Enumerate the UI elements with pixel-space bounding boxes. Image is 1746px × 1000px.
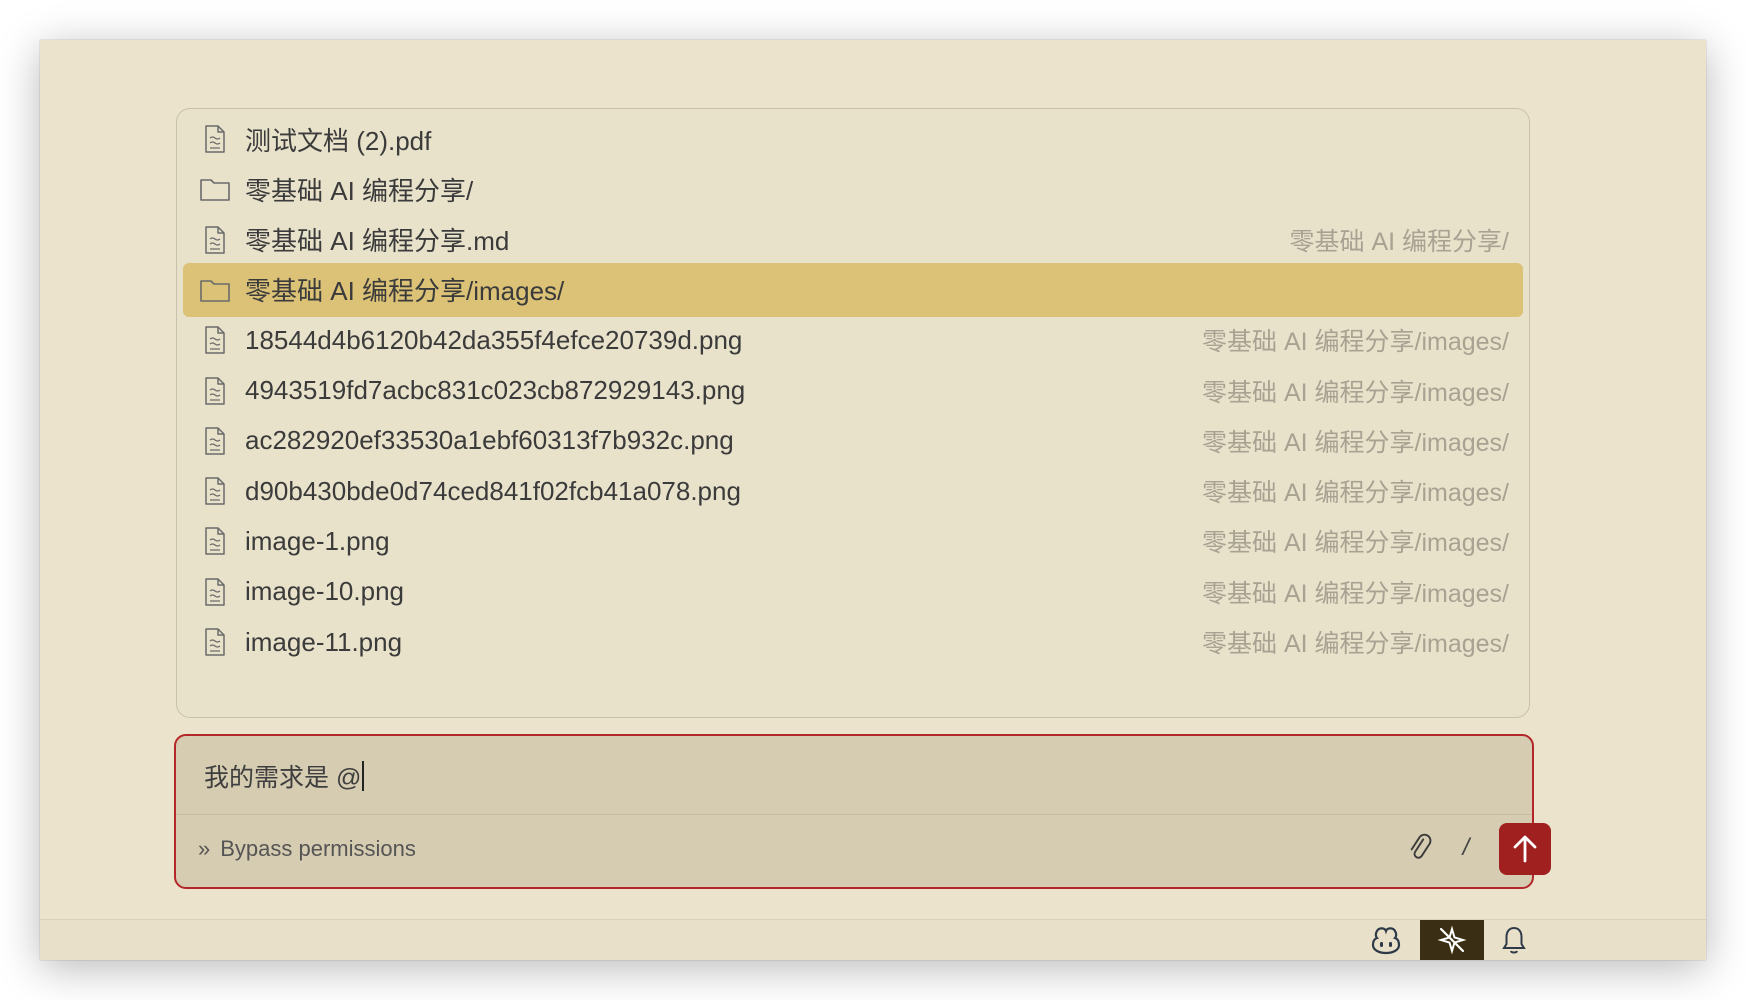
send-button[interactable] bbox=[1499, 823, 1551, 875]
mention-item-name: 零基础 AI 编程分享/images/ bbox=[245, 276, 565, 307]
file-icon bbox=[197, 473, 233, 509]
mention-item[interactable]: image-10.png 零基础 AI 编程分享/images/ bbox=[183, 565, 1523, 619]
mention-item[interactable]: d90b430bde0d74ced841f02fcb41a078.png 零基础 … bbox=[183, 464, 1523, 518]
paperclip-icon bbox=[1410, 833, 1432, 859]
mention-item-path: 零基础 AI 编程分享/images/ bbox=[1202, 378, 1509, 407]
app-window: 测试文档 (2).pdf 零基础 AI 编程分享/零基础 AI 编程分享.md 零基… bbox=[40, 40, 1706, 960]
text-caret bbox=[362, 761, 365, 791]
mention-item-path: 零基础 AI 编程分享/ bbox=[1289, 227, 1509, 256]
mention-item[interactable]: 测试文档 (2).pdf bbox=[183, 112, 1523, 166]
file-icon bbox=[197, 423, 233, 459]
chat-composer[interactable]: 我的需求是 @ » Bypass permissions / bbox=[174, 734, 1551, 889]
folder-icon bbox=[197, 171, 233, 207]
mention-item-name: 18544d4b6120b42da355f4efce20739d.png bbox=[245, 324, 743, 355]
mention-item-name: 零基础 AI 编程分享.md bbox=[245, 226, 510, 257]
sparkle-off-icon[interactable] bbox=[1420, 920, 1484, 960]
mention-item-name: ac282920ef33530a1ebf60313f7b932c.png bbox=[245, 425, 734, 456]
permission-mode-label: Bypass permissions bbox=[220, 836, 416, 861]
composer-divider bbox=[176, 814, 1532, 815]
status-bar bbox=[40, 919, 1706, 960]
double-chevron-right-icon: » bbox=[198, 836, 211, 861]
slash-command-button[interactable]: / bbox=[1446, 828, 1486, 868]
mention-item[interactable]: image-1.png 零基础 AI 编程分享/images/ bbox=[183, 514, 1523, 568]
mention-item[interactable]: 零基础 AI 编程分享/images/ bbox=[183, 262, 1523, 317]
arrow-up-icon bbox=[1513, 835, 1537, 863]
mention-item-name: 4943519fd7acbc831c023cb872929143.png bbox=[245, 375, 746, 405]
mention-item-path: 零基础 AI 编程分享/images/ bbox=[1202, 479, 1509, 508]
mention-item-name: image-11.png bbox=[245, 626, 403, 657]
file-icon bbox=[197, 624, 233, 660]
file-icon bbox=[197, 222, 233, 258]
mention-item-name: 测试文档 (2).pdf bbox=[245, 125, 432, 156]
mention-item-path: 零基础 AI 编程分享/images/ bbox=[1202, 328, 1509, 357]
mention-item-name: 零基础 AI 编程分享/ bbox=[245, 175, 474, 206]
mention-item-name: image-10.png bbox=[245, 576, 404, 607]
file-icon bbox=[197, 373, 233, 409]
mention-item-path: 零基础 AI 编程分享/images/ bbox=[1202, 579, 1509, 608]
file-mention-popup: 测试文档 (2).pdf 零基础 AI 编程分享/零基础 AI 编程分享.md 零基… bbox=[176, 108, 1530, 718]
copilot-icon[interactable] bbox=[1356, 920, 1416, 960]
mention-item-name: image-1.png bbox=[245, 525, 390, 556]
file-icon bbox=[197, 121, 233, 157]
mention-item-path: 零基础 AI 编程分享/images/ bbox=[1202, 428, 1509, 457]
mention-item[interactable]: 零基础 AI 编程分享.md 零基础 AI 编程分享/ bbox=[183, 213, 1523, 267]
mention-item[interactable]: 18544d4b6120b42da355f4efce20739d.png 零基础 … bbox=[183, 313, 1523, 367]
bell-icon[interactable] bbox=[1484, 920, 1544, 960]
mention-item-path: 零基础 AI 编程分享/images/ bbox=[1202, 630, 1509, 658]
mention-item[interactable]: image-11.png 零基础 AI 编程分享/images/ bbox=[183, 615, 1523, 669]
file-icon bbox=[197, 322, 233, 358]
message-input[interactable]: 我的需求是 @ bbox=[204, 758, 365, 794]
message-input-text: 我的需求是 @ bbox=[204, 764, 362, 792]
mention-item-path: 零基础 AI 编程分享/images/ bbox=[1202, 529, 1509, 558]
file-icon bbox=[197, 574, 233, 610]
permission-mode-button[interactable]: » Bypass permissions bbox=[198, 836, 416, 862]
mention-item[interactable]: ac282920ef33530a1ebf60313f7b932c.png 零基础 … bbox=[183, 414, 1523, 468]
file-icon bbox=[197, 523, 233, 559]
attach-button[interactable] bbox=[1400, 828, 1440, 868]
folder-icon bbox=[197, 272, 233, 308]
mention-item[interactable]: 4943519fd7acbc831c023cb872929143.png 零基础 … bbox=[183, 364, 1523, 418]
mention-item-name: d90b430bde0d74ced841f02fcb41a078.png bbox=[245, 475, 741, 506]
mention-item[interactable]: 零基础 AI 编程分享/ bbox=[183, 162, 1523, 216]
